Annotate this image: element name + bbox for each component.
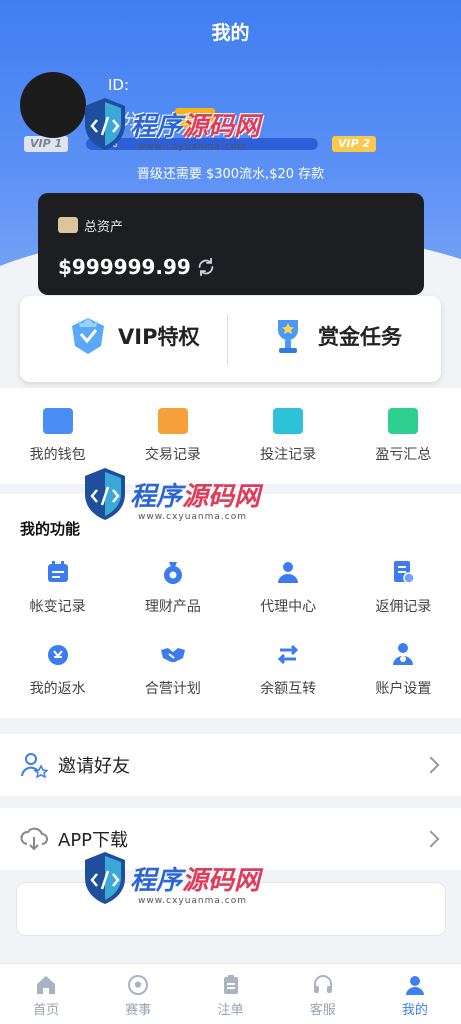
watermark-text-b: 源码网 bbox=[182, 482, 261, 512]
user-settings-icon bbox=[393, 643, 414, 665]
quick-bet-records[interactable]: 投注记录 bbox=[231, 388, 346, 464]
quick-label: 投注记录 bbox=[260, 447, 317, 463]
total-assets-amount: $999999.99 bbox=[58, 255, 191, 279]
agent-icon bbox=[278, 562, 299, 583]
avatar[interactable] bbox=[20, 72, 86, 138]
wallet-icon bbox=[42, 408, 73, 434]
soccer-ball-icon bbox=[128, 975, 149, 995]
tab-home[interactable]: 首页 bbox=[0, 964, 92, 1024]
feature-card: VIP特权 赏金任务 bbox=[20, 296, 441, 382]
func-label: 返佣记录 bbox=[375, 599, 432, 615]
func-label: 代理中心 bbox=[260, 599, 317, 615]
func-commission-records[interactable]: 返佣记录 bbox=[346, 558, 461, 616]
feature-divider bbox=[227, 314, 228, 364]
tab-label: 赛事 bbox=[125, 1003, 152, 1018]
total-assets-label: 总资产 bbox=[84, 220, 124, 235]
watermark-url: www.cxyuanma.com bbox=[138, 896, 248, 906]
page-title: 我的 bbox=[211, 22, 250, 44]
quick-label: 盈亏汇总 bbox=[375, 447, 432, 463]
refresh-icon[interactable] bbox=[195, 256, 217, 278]
vip-privilege-button[interactable]: VIP特权 bbox=[68, 314, 199, 358]
func-label: 账户设置 bbox=[375, 681, 432, 697]
chart-icon bbox=[388, 408, 419, 434]
bet-record-icon bbox=[273, 408, 304, 434]
home-icon bbox=[37, 976, 56, 994]
watermark-text-a: 程序 bbox=[130, 112, 183, 142]
money-bag-icon bbox=[163, 562, 182, 584]
tab-label: 客服 bbox=[309, 1003, 336, 1018]
functions-title: 我的功能 bbox=[20, 520, 81, 538]
func-label: 余额互转 bbox=[260, 681, 317, 697]
tab-label: 注单 bbox=[217, 1003, 244, 1018]
chevron-right-icon bbox=[422, 830, 440, 848]
func-joint-plan[interactable]: 合营计划 bbox=[115, 640, 230, 698]
user-id: ID: bbox=[108, 76, 130, 94]
invite-user-icon bbox=[21, 753, 48, 779]
total-assets-card: 总资产 $999999.99 bbox=[38, 193, 424, 295]
func-my-rebate[interactable]: 我的返水 bbox=[0, 640, 115, 698]
vip-current-badge: VIP 1 bbox=[24, 136, 69, 152]
func-label: 帐变记录 bbox=[29, 599, 86, 615]
watermark-text-a: 程序 bbox=[130, 866, 183, 896]
watermark-url: www.cxyuanma.com bbox=[138, 512, 248, 522]
quick-label: 我的钱包 bbox=[29, 447, 86, 463]
bounty-task-button[interactable]: 赏金任务 bbox=[268, 314, 402, 358]
bottom-tab-bar: 首页 赛事 注单 客服 我的 bbox=[0, 963, 461, 1024]
watermark-text-b: 源码网 bbox=[182, 112, 261, 142]
func-label: 我的返水 bbox=[29, 681, 86, 697]
tab-label: 首页 bbox=[33, 1003, 60, 1018]
calendar-icon bbox=[47, 561, 68, 582]
clipboard-icon bbox=[223, 975, 238, 994]
watermark-url: www.cxyuanma.com bbox=[138, 142, 248, 152]
shield-icon bbox=[85, 98, 125, 150]
shield-icon bbox=[85, 468, 125, 520]
func-agent-center[interactable]: 代理中心 bbox=[231, 558, 346, 616]
tab-orders[interactable]: 注单 bbox=[184, 964, 276, 1024]
invite-friends-label: 邀请好友 bbox=[58, 756, 130, 777]
func-account-settings[interactable]: 账户设置 bbox=[346, 640, 461, 698]
transfer-icon bbox=[278, 644, 299, 665]
quick-label: 交易记录 bbox=[144, 447, 201, 463]
app-download-label: APP下载 bbox=[58, 830, 129, 851]
cloud-download-icon bbox=[20, 827, 48, 851]
func-wealth-products[interactable]: 理财产品 bbox=[115, 558, 230, 616]
headset-icon bbox=[313, 975, 332, 993]
quick-wallet[interactable]: 我的钱包 bbox=[0, 388, 115, 464]
func-label: 合营计划 bbox=[144, 681, 201, 697]
diamond-shield-icon bbox=[72, 318, 104, 354]
tab-events[interactable]: 赛事 bbox=[92, 964, 184, 1024]
profile-icon bbox=[405, 976, 424, 995]
handshake-icon bbox=[160, 648, 185, 662]
watermark-logo: 程序源码网 www.cxyuanma.com bbox=[82, 96, 272, 170]
wallet-icon bbox=[58, 217, 78, 233]
trophy-icon bbox=[278, 320, 298, 353]
invite-friends-row[interactable]: 邀请好友 bbox=[0, 734, 461, 796]
shield-icon bbox=[85, 852, 125, 904]
func-balance-transfer[interactable]: 余额互转 bbox=[231, 640, 346, 698]
rebate-icon bbox=[47, 645, 68, 665]
watermark-text-a: 程序 bbox=[130, 482, 183, 512]
chevron-right-icon bbox=[422, 756, 440, 774]
tab-label: 我的 bbox=[401, 1003, 428, 1018]
tab-support[interactable]: 客服 bbox=[277, 964, 369, 1024]
vip-next-badge: VIP 2 bbox=[332, 136, 377, 152]
bounty-task-label: 赏金任务 bbox=[318, 325, 402, 349]
watermark-logo: 程序源码网 www.cxyuanma.com bbox=[82, 466, 272, 540]
vip-privilege-label: VIP特权 bbox=[118, 325, 200, 349]
func-label: 理财产品 bbox=[144, 599, 201, 615]
document-icon bbox=[394, 561, 416, 584]
watermark-text-b: 源码网 bbox=[182, 866, 261, 896]
watermark-logo: 程序源码网 www.cxyuanma.com bbox=[82, 850, 272, 924]
transaction-icon bbox=[157, 408, 188, 434]
tab-profile[interactable]: 我的 bbox=[369, 964, 461, 1024]
func-account-changes[interactable]: 帐变记录 bbox=[0, 558, 115, 616]
quick-transactions[interactable]: 交易记录 bbox=[115, 388, 230, 464]
quick-profit-summary[interactable]: 盈亏汇总 bbox=[346, 388, 461, 464]
